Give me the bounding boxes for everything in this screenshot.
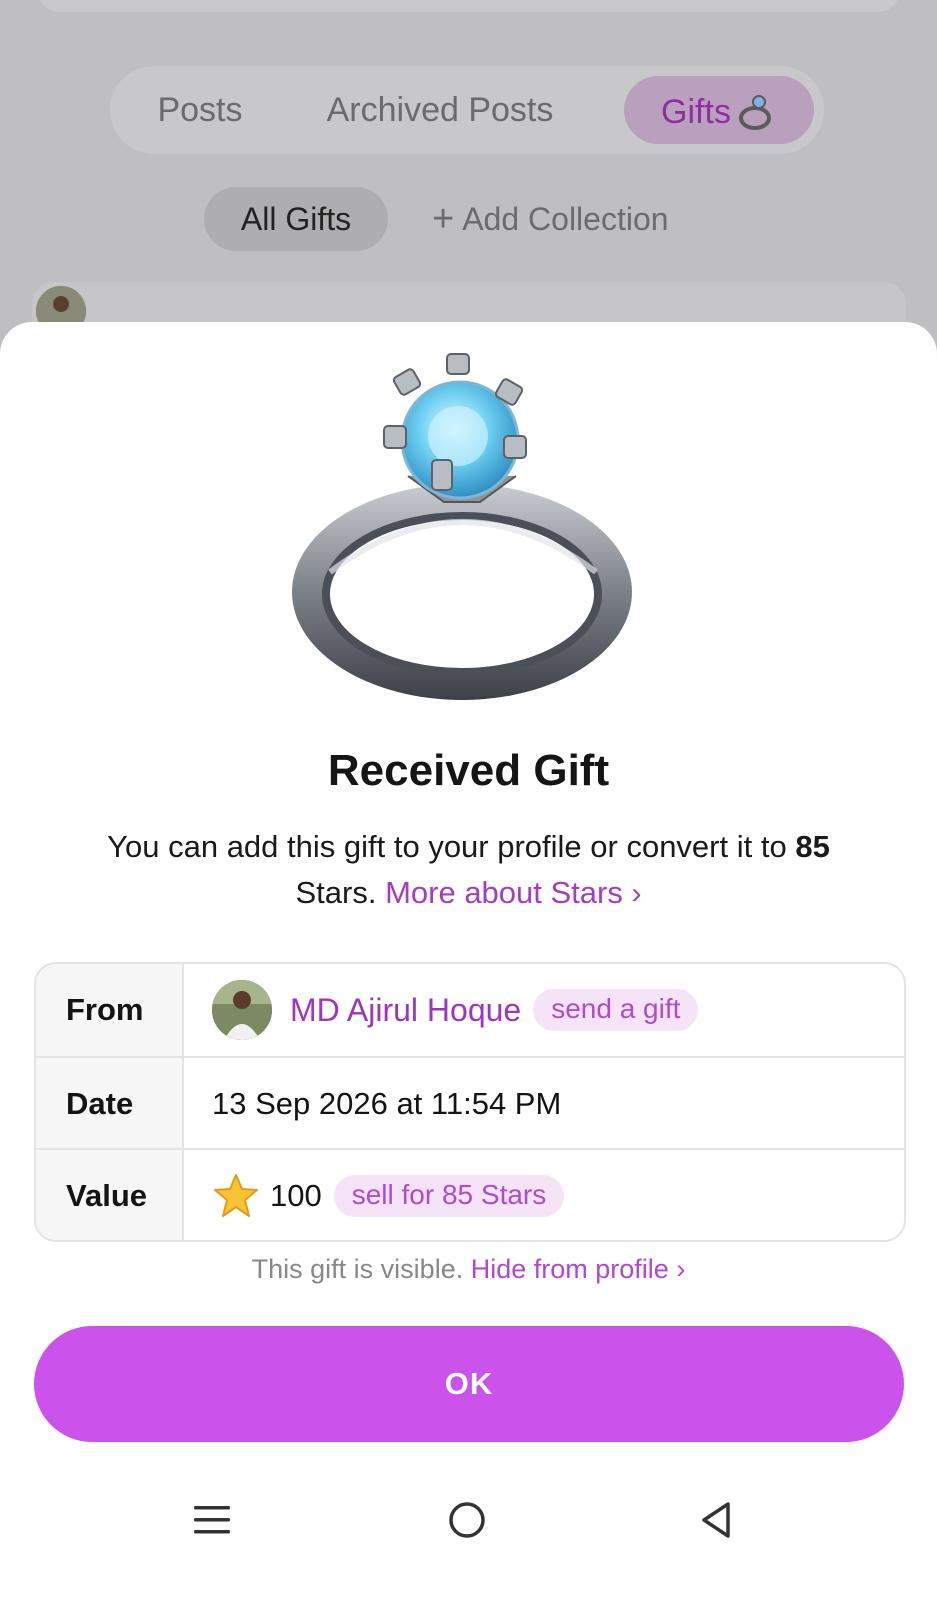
date-value: 13 Sep 2026 at 11:54 PM bbox=[212, 1086, 562, 1121]
menu-icon[interactable] bbox=[192, 1500, 232, 1540]
visibility-text: This gift is visible. bbox=[251, 1254, 464, 1284]
gift-info-table: From MD Ajirul Hoque send a gift Date 13… bbox=[34, 962, 906, 1242]
description-text: You can add this gift to your profile or… bbox=[107, 829, 787, 864]
chevron-right-icon: › bbox=[631, 877, 642, 910]
add-collection-label: Add Collection bbox=[462, 201, 669, 237]
gift-bottom-sheet: Received Gift You can add this gift to y… bbox=[0, 322, 937, 1600]
value-row: Value 100 sell for 85 Stars bbox=[36, 1148, 904, 1240]
sell-for-stars-button[interactable]: sell for 85 Stars bbox=[333, 1175, 565, 1217]
more-about-stars-link[interactable]: More about Stars › bbox=[385, 875, 641, 910]
date-label: Date bbox=[36, 1058, 184, 1150]
description-text-end: Stars. bbox=[295, 875, 377, 910]
ring-icon bbox=[738, 95, 771, 131]
ring-icon bbox=[292, 353, 632, 700]
hide-from-profile-label: Hide from profile bbox=[470, 1254, 669, 1284]
visibility-note: This gift is visible. Hide from profile … bbox=[0, 1254, 937, 1285]
tab-gifts[interactable]: Gifts bbox=[624, 76, 814, 144]
avatar[interactable] bbox=[212, 980, 272, 1040]
hide-from-profile-link[interactable]: Hide from profile › bbox=[471, 1254, 686, 1284]
plus-icon: + bbox=[432, 198, 455, 240]
gift-title: Received Gift bbox=[327, 746, 610, 795]
date-row: Date 13 Sep 2026 at 11:54 PM bbox=[36, 1056, 904, 1150]
system-nav-bar bbox=[0, 1452, 937, 1600]
more-about-stars-label: More about Stars bbox=[385, 875, 623, 910]
send-a-gift-button[interactable]: send a gift bbox=[533, 989, 699, 1031]
tab-gifts-label: Gifts bbox=[661, 93, 731, 132]
background-search-bar bbox=[38, 0, 900, 12]
profile-tabs: Posts Archived Posts Gifts bbox=[110, 66, 824, 154]
chevron-right-icon: › bbox=[676, 1254, 686, 1284]
sender-name-link[interactable]: MD Ajirul Hoque bbox=[290, 992, 521, 1029]
value-label: Value bbox=[36, 1150, 184, 1240]
add-collection-button[interactable]: + Add Collection bbox=[432, 187, 669, 251]
from-label: From bbox=[36, 964, 184, 1056]
tab-archived-posts[interactable]: Archived Posts bbox=[300, 76, 580, 144]
stars-amount: 85 bbox=[795, 829, 830, 864]
gift-description: You can add this gift to your profile or… bbox=[80, 824, 857, 917]
star-icon bbox=[214, 1174, 258, 1217]
back-icon[interactable] bbox=[696, 1500, 736, 1540]
from-row: From MD Ajirul Hoque send a gift bbox=[36, 964, 904, 1056]
tab-posts[interactable]: Posts bbox=[130, 76, 270, 144]
ok-button[interactable]: OK bbox=[34, 1326, 904, 1442]
home-icon[interactable] bbox=[447, 1500, 487, 1540]
all-gifts-chip[interactable]: All Gifts bbox=[204, 187, 388, 251]
value-amount: 100 bbox=[270, 1178, 322, 1213]
